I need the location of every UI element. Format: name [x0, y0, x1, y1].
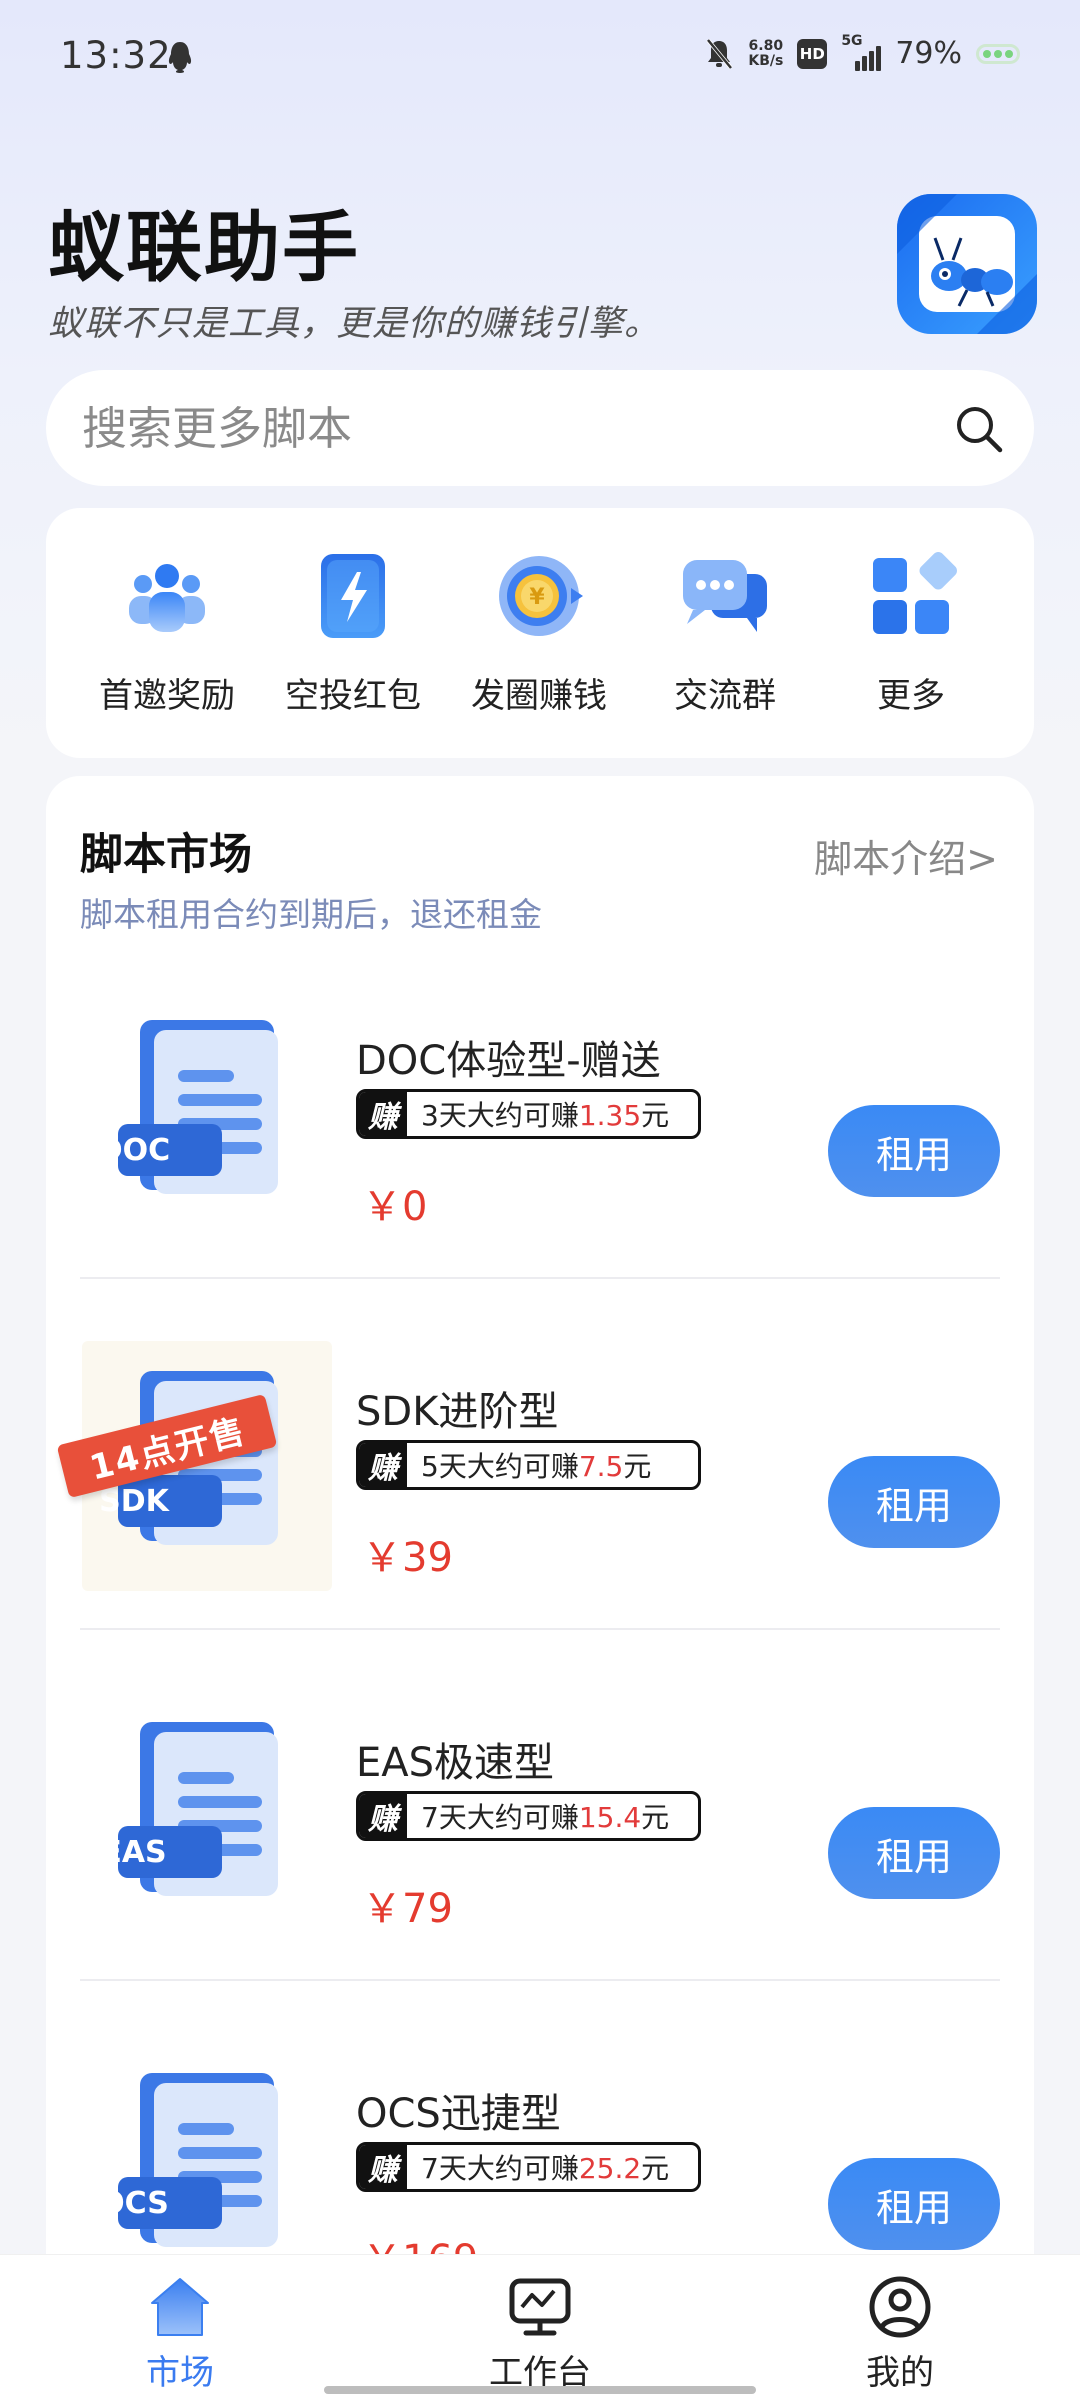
home-indicator[interactable] [324, 2386, 756, 2394]
network-label: 5G [841, 32, 863, 49]
chat-bubbles-icon [683, 560, 767, 632]
app-subtitle: 蚁联不只是工具，更是你的赚钱引擎。 [48, 304, 661, 344]
net-speed-unit: KB/s [748, 52, 784, 69]
rent-button[interactable]: 租用 [828, 1456, 1000, 1548]
file-type-badge: DOC [97, 1132, 171, 1168]
lightning-packet-icon [321, 554, 385, 638]
earn-badge: 赚 [359, 1794, 407, 1838]
quick-item-label: 发圈赚钱 [471, 676, 607, 716]
product-name: DOC体验型-赠送 [356, 1038, 661, 1084]
quick-menu: 首邀奖励 空投红包 ¥ 发圈赚钱 交流群 更多 [46, 508, 1034, 758]
quick-item-airdrop[interactable]: 空投红包 [260, 548, 446, 717]
product-price: ￥39 [362, 1535, 453, 1581]
quick-item-label: 交流群 [674, 676, 776, 716]
app-title: 蚁联助手 [48, 203, 360, 292]
product-name: SDK进阶型 [356, 1389, 559, 1435]
battery-icon [976, 43, 1020, 64]
product-name: EAS极速型 [356, 1740, 555, 1786]
rent-button[interactable]: 租用 [828, 1807, 1000, 1899]
search-icon[interactable] [954, 404, 1004, 454]
product-price: ￥79 [362, 1886, 453, 1932]
earn-tag: 赚 5天大约可赚7.5元 [356, 1440, 701, 1490]
mute-bell-icon [706, 38, 733, 69]
app-logo[interactable] [897, 194, 1037, 334]
earn-text: 3天大约可赚1.35元 [421, 1099, 670, 1132]
earn-tag: 赚 3天大约可赚1.35元 [356, 1089, 701, 1139]
status-bar: 13:32 6.80 KB/s HD 5G 79% [0, 0, 1080, 115]
battery-percent: 79% [895, 36, 962, 71]
bottom-nav: 市场 工作台 我的 [0, 2254, 1080, 2400]
nav-label: 市场 [146, 2353, 214, 2393]
quick-item-label: 首邀奖励 [99, 676, 235, 716]
product-price: ￥0 [362, 1184, 428, 1230]
quick-item-label: 空投红包 [285, 676, 421, 716]
status-time: 13:32 [60, 34, 172, 77]
quick-item-share-earn[interactable]: ¥ 发圈赚钱 [446, 548, 632, 717]
coin-share-icon: ¥ [499, 556, 583, 636]
nav-tab-market[interactable]: 市场 [80, 2273, 280, 2394]
nav-tab-workbench[interactable]: 工作台 [440, 2273, 640, 2394]
quick-item-invite[interactable]: 首邀奖励 [74, 548, 260, 717]
market-subtitle: 脚本租用合约到期后，退还租金 [80, 895, 542, 934]
search-input[interactable] [82, 401, 902, 455]
qq-notification-icon [168, 42, 192, 73]
nav-label: 我的 [866, 2353, 934, 2393]
script-market: 脚本市场 脚本介绍> 脚本租用合约到期后，退还租金 DOC DOC体验型-赠送 … [46, 776, 1034, 2283]
product-name: OCS迅捷型 [356, 2091, 561, 2137]
signal-icon: 5G [841, 33, 882, 71]
earn-tag: 赚 7天大约可赚15.4元 [356, 1791, 701, 1841]
nav-tab-profile[interactable]: 我的 [800, 2273, 1000, 2394]
product-item[interactable]: DOC DOC体验型-赠送 赚 3天大约可赚1.35元 ￥0 租用 [46, 990, 1034, 1340]
invite-people-icon [129, 564, 205, 632]
earn-tag: 赚 7天大约可赚25.2元 [356, 2142, 701, 2192]
earn-badge: 赚 [359, 2145, 407, 2189]
earn-text: 7天大约可赚25.2元 [421, 2152, 670, 2185]
earn-text: 7天大约可赚15.4元 [421, 1801, 670, 1834]
market-title: 脚本市场 [80, 830, 252, 880]
eas-file-icon [118, 1722, 278, 1896]
rent-button[interactable]: 租用 [828, 2158, 1000, 2250]
search-bar[interactable] [46, 370, 1034, 486]
monitor-icon [509, 2278, 571, 2336]
profile-icon [869, 2276, 931, 2338]
quick-item-label: 更多 [877, 676, 945, 716]
earn-badge: 赚 [359, 1092, 407, 1136]
file-type-badge: EAS [101, 1834, 167, 1870]
earn-text: 5天大约可赚7.5元 [421, 1450, 652, 1483]
svg-text:¥: ¥ [529, 585, 545, 610]
divider [80, 1628, 1000, 1630]
net-speed-value: 6.80 [748, 37, 784, 54]
quick-item-more[interactable]: 更多 [818, 548, 1004, 717]
grid-more-icon [873, 552, 957, 634]
earn-badge: 赚 [359, 1443, 407, 1487]
file-type-badge: OCS [99, 2185, 169, 2221]
home-icon [151, 2278, 209, 2336]
divider [80, 1979, 1000, 1981]
rent-button[interactable]: 租用 [828, 1105, 1000, 1197]
status-icons: 6.80 KB/s HD 5G 79% [704, 33, 1020, 71]
hd-badge: HD [797, 38, 828, 69]
divider [80, 1277, 1000, 1279]
network-speed: 6.80 KB/s [748, 37, 784, 69]
product-item[interactable]: SDK 14点开售 SDK进阶型 赚 5天大约可赚7.5元 ￥39 租用 [46, 1341, 1034, 1691]
doc-file-icon [118, 1020, 278, 1194]
script-intro-link[interactable]: 脚本介绍> [814, 828, 998, 883]
quick-item-group[interactable]: 交流群 [632, 548, 818, 717]
ant-logo-icon [897, 194, 1037, 334]
product-item[interactable]: EAS EAS极速型 赚 7天大约可赚15.4元 ￥79 租用 [46, 1692, 1034, 2042]
